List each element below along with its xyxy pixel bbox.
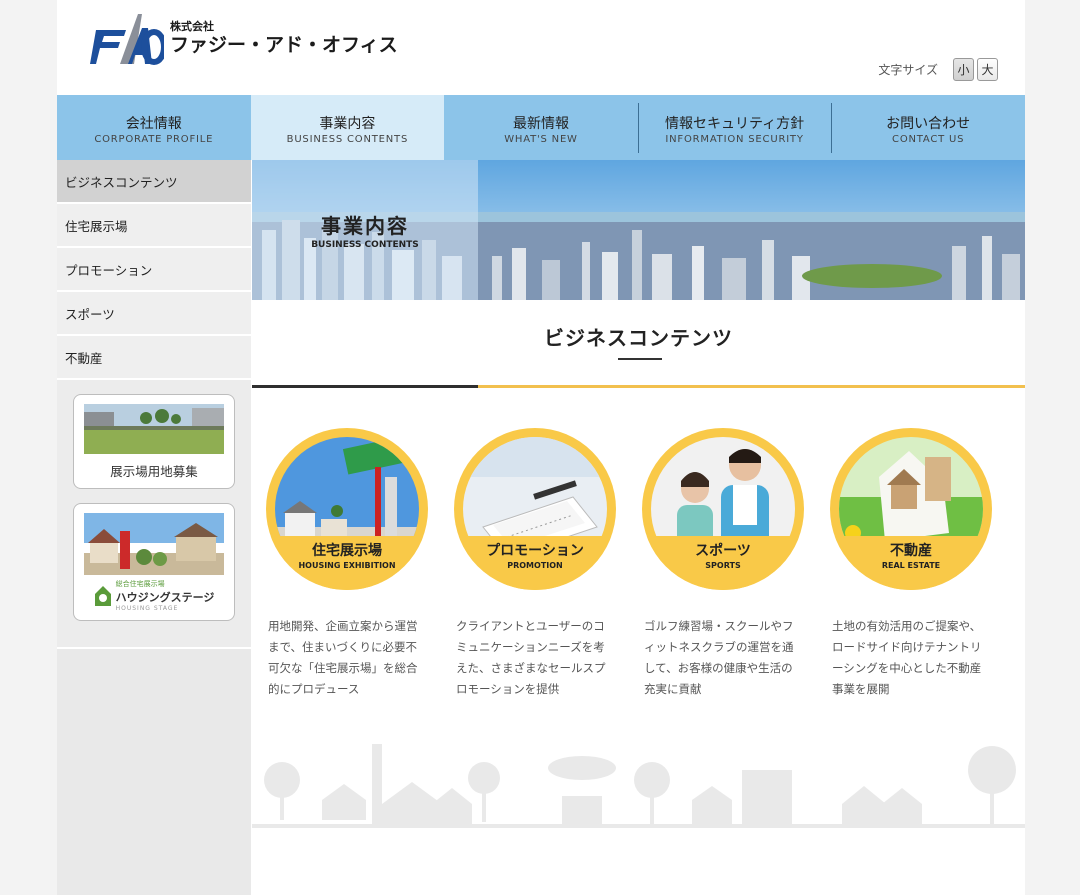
nav-information-security[interactable]: 情報セキュリティ方針 INFORMATION SECURITY [637, 95, 832, 160]
sidebar-item-housing-exhibition[interactable]: 住宅展示場 [57, 204, 251, 248]
card-title: 不動産 [890, 543, 932, 559]
sidebar-item-sports[interactable]: スポーツ [57, 292, 251, 336]
section-divider-yellow [478, 385, 1025, 388]
card-circle[interactable]: 住宅展示場 HOUSING EXHIBITION [266, 428, 428, 590]
card-subtitle: PROMOTION [507, 561, 563, 570]
card-band: 不動産 REAL ESTATE [830, 536, 992, 590]
nav-label: 事業内容 [319, 115, 376, 132]
nav-whats-new[interactable]: 最新情報 WHAT'S NEW [444, 95, 638, 160]
land-recruitment-banner[interactable]: 展示場用地募集 [73, 394, 235, 489]
card-title: 住宅展示場 [312, 543, 382, 559]
global-nav: 会社情報 CORPORATE PROFILE 事業内容 BUSINESS CON… [57, 95, 1025, 160]
card-band: スポーツ SPORTS [642, 536, 804, 590]
card-circle[interactable]: プロモーション PROMOTION [454, 428, 616, 590]
nav-sublabel: INFORMATION SECURITY [665, 133, 804, 145]
sidebar: ビジネスコンテンツ 住宅展示場 プロモーション スポーツ 不動産 展示場用地募集 [57, 160, 251, 895]
page-title: ビジネスコンテンツ [544, 326, 733, 350]
card-subtitle: REAL ESTATE [881, 561, 941, 570]
nav-business-contents[interactable]: 事業内容 BUSINESS CONTENTS [250, 95, 445, 160]
company-name: ファジー・アド・オフィス [170, 34, 398, 56]
card-band: 住宅展示場 HOUSING EXHIBITION [266, 536, 428, 590]
page: 株式会社 ファジー・アド・オフィス 文字サイズ 小 大 会社情報 CORPORA… [57, 0, 1025, 895]
nav-label: 会社情報 [125, 115, 182, 132]
sidebar-banners: 展示場用地募集 総合住宅展示場 ハウジングステージ HOUSING STAGE [57, 380, 251, 649]
font-size-small-button[interactable]: 小 [953, 58, 974, 81]
hero-subtitle: BUSINESS CONTENTS [311, 240, 419, 250]
card-description: 土地の有効活用のご提案や、ロードサイド向けテナントリーシングを中心とした不動産事… [832, 619, 982, 696]
housing-stage-sub: 総合住宅展示場 [115, 580, 165, 588]
hero-title: 事業内容 [321, 214, 409, 238]
sidebar-item-promotion[interactable]: プロモーション [57, 248, 251, 292]
house-logo-icon [94, 585, 111, 606]
land-recruitment-label: 展示場用地募集 [110, 464, 198, 479]
fao-logo-icon [90, 14, 164, 65]
hero-title-box: 事業内容 BUSINESS CONTENTS [252, 160, 478, 300]
sidebar-item-real-estate[interactable]: 不動産 [57, 336, 251, 380]
housing-stage-banner[interactable]: 総合住宅展示場 ハウジングステージ HOUSING STAGE [73, 503, 235, 621]
nav-contact-us[interactable]: お問い合わせ CONTACT US [831, 95, 1025, 160]
housing-stage-logo: 総合住宅展示場 ハウジングステージ HOUSING STAGE [94, 579, 215, 612]
company-prefix: 株式会社 [170, 20, 214, 33]
card-band: プロモーション PROMOTION [454, 536, 616, 590]
housing-stage-en: HOUSING STAGE [115, 605, 179, 612]
nav-sublabel: BUSINESS CONTENTS [286, 133, 409, 145]
font-size-label: 文字サイズ [878, 63, 938, 77]
card-description: 用地開発、企画立案から運営まで、住まいづくりに必要不可欠な「住宅展示場」を総合的… [268, 619, 418, 696]
hero-banner: 事業内容 BUSINESS CONTENTS [252, 160, 1025, 300]
card-title: スポーツ [695, 543, 751, 559]
title-underline [618, 358, 662, 360]
font-size-switcher: 文字サイズ 小 大 [878, 58, 998, 81]
sidebar-item-business-contents[interactable]: ビジネスコンテンツ [57, 160, 251, 204]
card-circle[interactable]: 不動産 REAL ESTATE [830, 428, 992, 590]
nav-corporate-profile[interactable]: 会社情報 CORPORATE PROFILE [57, 95, 251, 160]
nav-sublabel: WHAT'S NEW [504, 133, 578, 145]
section-divider-dark [252, 385, 478, 388]
nav-label: お問い合わせ [886, 115, 971, 132]
town-silhouette-decoration [252, 744, 1025, 828]
card-title: プロモーション [486, 543, 584, 559]
card-description: ゴルフ練習場・スクールやフィットネスクラブの運営を通して、お客様の健康や生活の充… [644, 619, 794, 696]
font-size-large-button[interactable]: 大 [977, 58, 998, 81]
nav-sublabel: CORPORATE PROFILE [94, 133, 214, 145]
model-houses-image [84, 513, 224, 575]
site-header: 株式会社 ファジー・アド・オフィス 文字サイズ 小 大 [57, 0, 1025, 95]
nav-sublabel: CONTACT US [892, 133, 965, 145]
card-circle[interactable]: スポーツ SPORTS [642, 428, 804, 590]
housing-stage-name: ハウジングステージ [115, 591, 215, 604]
company-logo[interactable]: 株式会社 ファジー・アド・オフィス [90, 10, 398, 66]
card-description: クライアントとユーザーのコミュニケーションニーズを考えた、さまざまなセールスプロ… [456, 619, 606, 696]
nav-label: 最新情報 [512, 115, 569, 132]
card-subtitle: HOUSING EXHIBITION [298, 561, 396, 570]
card-subtitle: SPORTS [705, 561, 741, 570]
vacant-lot-image [84, 404, 224, 454]
nav-label: 情報セキュリティ方針 [664, 115, 805, 132]
